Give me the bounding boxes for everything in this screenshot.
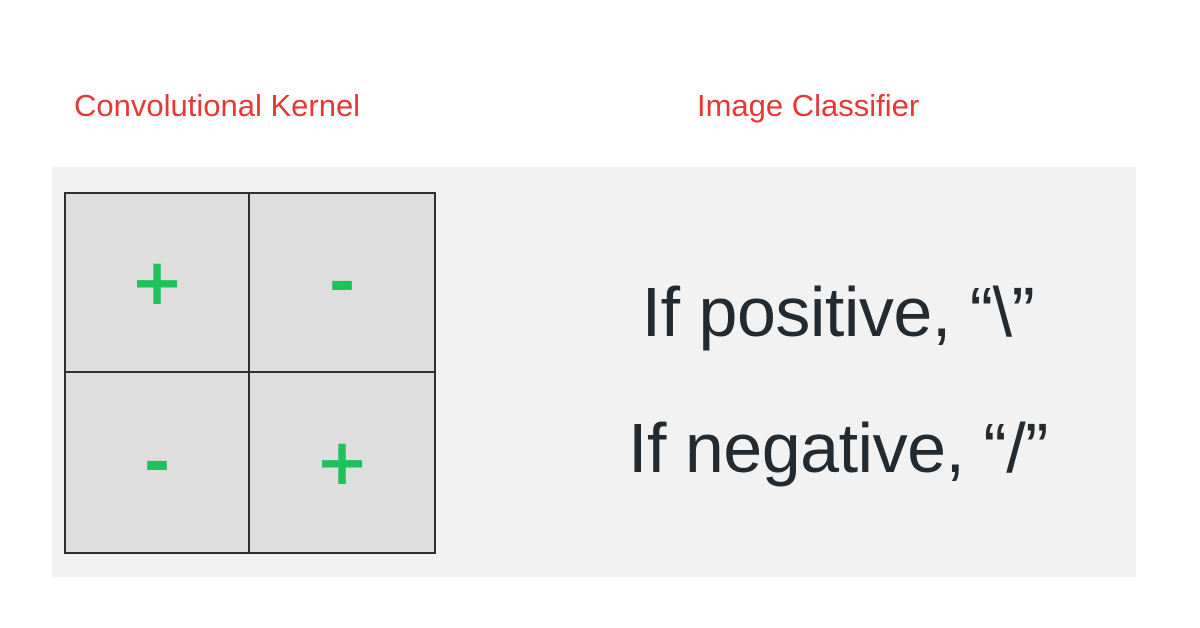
plus-sign: + (130, 245, 184, 320)
kernel-grid: + - - + (64, 192, 436, 554)
minus-sign: - (328, 245, 356, 320)
plus-sign: + (315, 425, 369, 500)
kernel-cell-top-right: - (250, 194, 434, 373)
classifier-heading: Image Classifier (697, 88, 920, 123)
kernel-cell-top-left: + (66, 194, 250, 373)
kernel-cell-bottom-right: + (250, 373, 434, 552)
minus-sign: - (143, 425, 171, 500)
kernel-heading: Convolutional Kernel (74, 88, 361, 123)
kernel-cell-bottom-left: - (66, 373, 250, 552)
rule-positive: If positive, “\” (641, 273, 1035, 351)
rule-negative: If negative, “/” (628, 409, 1048, 487)
